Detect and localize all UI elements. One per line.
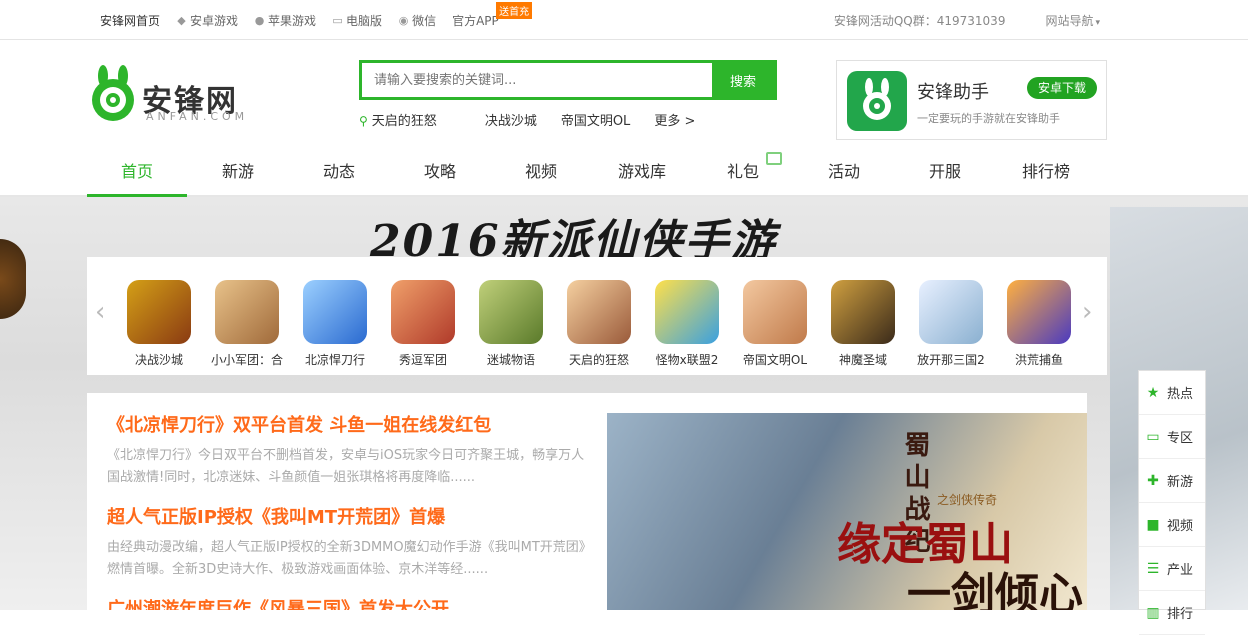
- game-carousel: ‹ › 决战沙城 小小军团：合 北凉悍刀行 秀逗军团 迷城物语 天启的狂怒 怪物…: [87, 257, 1107, 375]
- game-item[interactable]: 天启的狂怒: [559, 280, 639, 368]
- nav-item-events[interactable]: 活动: [794, 146, 894, 197]
- nav-item-news[interactable]: 动态: [289, 146, 389, 197]
- game-icon: [919, 280, 983, 344]
- search-bar: 搜索: [359, 60, 777, 100]
- apple-icon: ●: [254, 13, 265, 27]
- news-summary: 由经典动漫改编，超人气正版IP授权的全新3DMMO魔幻动作手游《我叫MT开荒团》…: [107, 540, 586, 577]
- photo-logo-subtext: 之剑侠传奇: [937, 493, 998, 507]
- list-icon: ☰: [1146, 560, 1160, 577]
- top-bar: 安锋网首页 ◆ 安卓游戏 ● 苹果游戏 ▭ 电脑版 ◉ 微信 官方APP 送首充 安锋网活…: [0, 0, 1248, 40]
- news-summary: 《北凉悍刀行》今日双平台不删档首发，安卓与iOS玩家今日可齐聚王城，畅享万人国战…: [107, 448, 585, 485]
- news-section: 《北凉悍刀行》双平台首发 斗鱼一姐在线发红包 《北凉悍刀行》今日双平台不删档首发…: [87, 393, 1087, 610]
- helper-app-desc: 一定要玩的手游就在安锋助手: [917, 112, 1060, 125]
- hero-banner: 2016新派仙侠手游 ‹ › 决战沙城 小小军团：合 北凉悍刀行 秀逗军团 迷城…: [0, 197, 1248, 610]
- top-link-pc[interactable]: ▭ 电脑版: [332, 12, 382, 29]
- android-icon: ◆: [177, 13, 186, 27]
- nav-item-new-games[interactable]: 新游: [188, 146, 288, 197]
- hot-keyword[interactable]: ⚲ 天启的狂怒: [359, 110, 461, 129]
- star-icon: ★: [1146, 384, 1160, 401]
- game-item[interactable]: 放开那三国2: [911, 280, 991, 368]
- side-item-hot[interactable]: ★ 热点: [1139, 371, 1205, 415]
- helper-app-name: 安锋助手: [917, 82, 989, 103]
- game-item[interactable]: 洪荒捕鱼: [999, 280, 1079, 368]
- game-item[interactable]: 小小军团：合: [207, 280, 287, 368]
- nav-item-guides[interactable]: 攻略: [390, 146, 490, 197]
- side-item-rank[interactable]: ▥ 排行: [1139, 591, 1205, 635]
- game-icon: [743, 280, 807, 344]
- top-links: 安锋网首页 ◆ 安卓游戏 ● 苹果游戏 ▭ 电脑版 ◉ 微信 官方APP 送首充: [100, 0, 533, 40]
- game-item[interactable]: 怪物x联盟2: [647, 280, 727, 368]
- wechat-icon: ◉: [398, 13, 409, 27]
- search-input[interactable]: [362, 63, 712, 97]
- photo-slogan-2: 一剑倾心: [907, 569, 1083, 610]
- carousel-prev-arrow[interactable]: ‹: [95, 297, 105, 327]
- site-nav-menu[interactable]: 网站导航 ▾: [1025, 12, 1100, 29]
- game-item[interactable]: 迷城物语: [471, 280, 551, 368]
- video-icon: ■: [1146, 516, 1160, 533]
- main-nav: 首页 新游 动态 攻略 视频 游戏库 礼包 活动 开服 排行榜: [0, 146, 1248, 197]
- rabbit-logo-icon: [92, 65, 134, 121]
- helper-app-box: 安锋助手 一定要玩的手游就在安锋助手 安卓下载: [836, 60, 1107, 140]
- app-badge: 送首充: [496, 1, 533, 19]
- game-icon: [831, 280, 895, 344]
- logo-subtext: ANFAN.COM: [146, 110, 249, 123]
- news-headline[interactable]: 广州潮游年度巨作《风暴三国》首发大公开: [107, 595, 449, 610]
- game-item[interactable]: 秀逗军团: [383, 280, 463, 368]
- game-icon: [215, 280, 279, 344]
- game-icon: [655, 280, 719, 344]
- gamepad-icon: ✚: [1147, 472, 1159, 489]
- nav-item-rankings[interactable]: 排行榜: [996, 146, 1096, 197]
- game-icon: [127, 280, 191, 344]
- top-right: 安锋网活动QQ群：419731039 网站导航 ▾: [814, 0, 1100, 40]
- news-headline[interactable]: 《北凉悍刀行》双平台首发 斗鱼一姐在线发红包: [107, 411, 491, 437]
- side-item-video[interactable]: ■ 视频: [1139, 503, 1205, 547]
- hot-keyword[interactable]: 帝国文明OL: [561, 110, 630, 129]
- site-logo[interactable]: 安锋网 ANFAN.COM: [86, 64, 256, 126]
- game-icon: [479, 280, 543, 344]
- search-button[interactable]: 搜索: [712, 63, 774, 97]
- chart-icon: ▥: [1146, 604, 1160, 621]
- game-icon: [391, 280, 455, 344]
- monitor-icon: ▭: [332, 13, 343, 27]
- top-link-android[interactable]: ◆ 安卓游戏: [176, 12, 238, 29]
- hot-more-link[interactable]: 更多 >: [654, 110, 695, 129]
- monitor-icon: ▭: [1146, 428, 1160, 445]
- hot-keyword[interactable]: 决战沙城: [485, 110, 537, 129]
- gift-icon: [766, 152, 782, 165]
- left-promo-art[interactable]: [0, 239, 26, 319]
- game-icon: [567, 280, 631, 344]
- news-headline[interactable]: 超人气正版IP授权《我叫MT开荒团》首爆: [107, 503, 445, 529]
- helper-app-icon: [847, 71, 907, 131]
- side-item-industry[interactable]: ☰ 产业: [1139, 547, 1205, 591]
- game-item[interactable]: 帝国文明OL: [735, 280, 815, 368]
- game-item[interactable]: 决战沙城: [119, 280, 199, 368]
- top-link-apple[interactable]: ● 苹果游戏: [254, 12, 316, 29]
- top-link-app[interactable]: 官方APP 送首充: [452, 1, 533, 29]
- qq-group: 安锋网活动QQ群：419731039: [833, 13, 1006, 28]
- search-icon: ⚲: [359, 114, 368, 128]
- nav-item-videos[interactable]: 视频: [491, 146, 591, 197]
- side-item-zone[interactable]: ▭ 专区: [1139, 415, 1205, 459]
- game-icon: [303, 280, 367, 344]
- nav-item-servers[interactable]: 开服: [895, 146, 995, 197]
- game-item[interactable]: 北凉悍刀行: [295, 280, 375, 368]
- side-float-nav: ★ 热点 ▭ 专区 ✚ 新游 ■ 视频 ☰ 产业 ▥ 排行: [1138, 370, 1206, 635]
- side-item-new-games[interactable]: ✚ 新游: [1139, 459, 1205, 503]
- top-link-home[interactable]: 安锋网首页: [100, 12, 160, 29]
- game-item[interactable]: 神魔圣域: [823, 280, 903, 368]
- top-link-wechat[interactable]: ◉ 微信: [398, 12, 436, 29]
- nav-item-home[interactable]: 首页: [87, 146, 187, 197]
- game-icon: [1007, 280, 1071, 344]
- carousel-next-arrow[interactable]: ›: [1082, 297, 1092, 327]
- android-download-button[interactable]: 安卓下载: [1027, 77, 1097, 99]
- nav-item-game-library[interactable]: 游戏库: [592, 146, 692, 197]
- featured-game-image[interactable]: 蜀山战纪 之剑侠传奇 缘定蜀山 一剑倾心: [607, 413, 1087, 610]
- hot-keywords: ⚲ 天启的狂怒 决战沙城 帝国文明OL 更多 >: [359, 110, 719, 129]
- chevron-down-icon: ▾: [1095, 17, 1100, 28]
